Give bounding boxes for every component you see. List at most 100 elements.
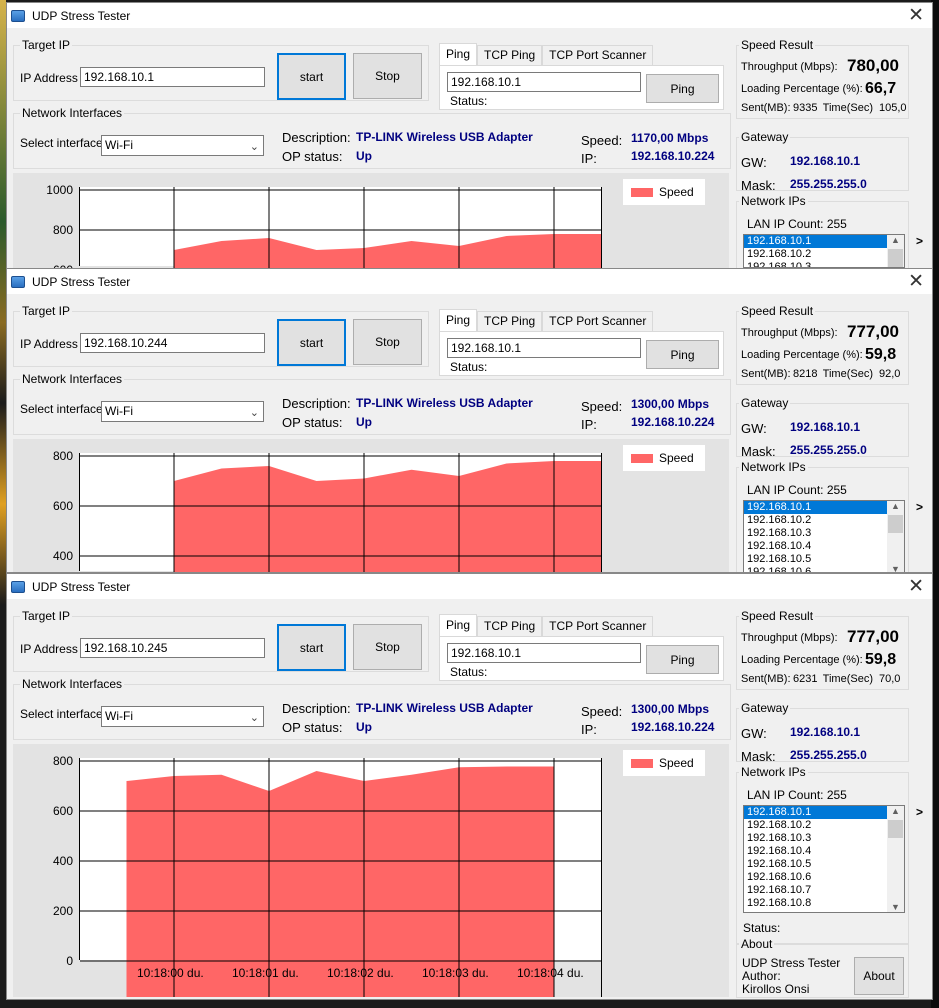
ip-list-item[interactable]: 192.168.10.4 (744, 845, 904, 858)
chart-legend: Speed (623, 179, 705, 205)
ip-list-item[interactable]: 192.168.10.8 (744, 897, 904, 910)
network-ips-group: Network IPs LAN IP Count: 255 192.168.10.1… (736, 194, 923, 269)
ip-list-item[interactable]: 192.168.10.2 (744, 514, 904, 527)
tab-tcp-port-scanner[interactable]: TCP Port Scanner (542, 616, 654, 636)
scroll-thumb[interactable] (888, 249, 903, 267)
close-icon[interactable]: ✕ (908, 576, 924, 596)
speed-result-title: Speed Result (739, 609, 816, 623)
scroll-up-icon[interactable]: ▲ (887, 501, 904, 511)
ip-list-item[interactable]: 192.168.10.7 (744, 884, 904, 897)
start-button[interactable]: start (277, 53, 346, 100)
ip-label: IP: (581, 417, 597, 432)
target-ip-title: Target IP (20, 304, 73, 318)
throughput-value: 777,00 (847, 322, 899, 341)
time-value: 105,0 (879, 102, 907, 114)
scroll-down-icon[interactable]: ▼ (887, 564, 904, 572)
ping-button[interactable]: Ping (646, 645, 719, 674)
tab-tcp-ping[interactable]: TCP Ping (477, 311, 543, 331)
network-ips-group: Network IPs LAN IP Count: 255 192.168.10.1… (736, 460, 923, 572)
expand-arrow-icon[interactable]: > (916, 234, 923, 248)
y-tick-label: 800 (52, 223, 73, 237)
interface-select[interactable]: Wi-Fi ⌄ (101, 706, 264, 727)
scroll-thumb[interactable] (888, 515, 903, 533)
expand-arrow-icon[interactable]: > (916, 500, 923, 514)
y-tick-label: 400 (52, 854, 73, 868)
scroll-thumb[interactable] (888, 820, 903, 838)
scroll-up-icon[interactable]: ▲ (887, 806, 904, 816)
ping-target-input[interactable]: 192.168.10.1 (447, 72, 641, 92)
tab-tcp-port-scanner[interactable]: TCP Port Scanner (542, 45, 654, 65)
ping-button[interactable]: Ping (646, 74, 719, 103)
chart-plot-area (79, 453, 602, 572)
select-interface-label: Select interface (20, 707, 103, 721)
ip-list-item[interactable]: 192.168.10.5 (744, 858, 904, 871)
gw-label: GW: (741, 726, 767, 741)
start-button[interactable]: start (277, 624, 346, 671)
ip-listbox[interactable]: 192.168.10.1 192.168.10.2 192.168.10.3 192.… (743, 500, 905, 572)
ip-listbox[interactable]: 192.168.10.1 192.168.10.2 192.168.10.3 ▲ (743, 234, 905, 268)
y-tick-label: 1000 (46, 183, 73, 197)
tab-tcp-ping[interactable]: TCP Ping (477, 616, 543, 636)
stop-button[interactable]: Stop (353, 624, 422, 670)
title-bar[interactable]: UDP Stress Tester ✕ (7, 574, 932, 599)
ip-list-scrollbar[interactable]: ▲ (887, 235, 904, 267)
stop-button[interactable]: Stop (353, 319, 422, 365)
interface-select[interactable]: Wi-Fi ⌄ (101, 401, 264, 422)
speed-result-title: Speed Result (739, 38, 816, 52)
lan-ip-count: LAN IP Count: 255 (747, 483, 847, 497)
tab-tcp-port-scanner[interactable]: TCP Port Scanner (542, 311, 654, 331)
close-icon[interactable]: ✕ (908, 271, 924, 291)
ip-list-item[interactable]: 192.168.10.1 (744, 235, 904, 248)
gateway-group: Gateway GW: 192.168.10.1 Mask: 255.255.255.0 (736, 396, 909, 459)
app-window: UDP Stress Tester ✕ Target IP IP Address 192… (6, 2, 933, 270)
ip-list-item[interactable]: 192.168.10.4 (744, 540, 904, 553)
op-status-value: Up (356, 720, 372, 734)
expand-arrow-icon[interactable]: > (916, 805, 923, 819)
ip-list-item[interactable]: 192.168.10.1 (744, 806, 904, 819)
network-status-label: Status: (743, 921, 781, 935)
interface-select[interactable]: Wi-Fi ⌄ (101, 135, 264, 156)
ip-address-input[interactable]: 192.168.10.245 (80, 638, 265, 658)
title-bar[interactable]: UDP Stress Tester ✕ (7, 3, 932, 28)
ip-list-item[interactable]: 192.168.10.1 (744, 501, 904, 514)
ip-list-scrollbar[interactable]: ▲ ▼ (887, 806, 904, 912)
ping-button[interactable]: Ping (646, 340, 719, 369)
network-ips-title: Network IPs (739, 194, 808, 208)
ip-list-item[interactable]: 192.168.10.3 (744, 261, 904, 267)
tab-ping[interactable]: Ping (439, 43, 478, 65)
ip-list-item[interactable]: 192.168.10.2 (744, 248, 904, 261)
start-button[interactable]: start (277, 319, 346, 366)
chevron-down-icon: ⌄ (249, 712, 259, 724)
x-tick-label: 10:18:03 du. (422, 966, 489, 980)
scroll-up-icon[interactable]: ▲ (887, 235, 904, 245)
ping-target-input[interactable]: 192.168.10.1 (447, 643, 641, 663)
speed-result-group: Speed Result Throughput (Mbps): 780,00 Load… (736, 38, 909, 119)
ip-list-item[interactable]: 192.168.10.6 (744, 566, 904, 572)
title-bar[interactable]: UDP Stress Tester ✕ (7, 269, 932, 294)
ip-list-item[interactable]: 192.168.10.6 (744, 871, 904, 884)
ip-list-scrollbar[interactable]: ▲ ▼ (887, 501, 904, 572)
ip-list-item[interactable]: 192.168.10.3 (744, 832, 904, 845)
tab-ping[interactable]: Ping (439, 309, 478, 331)
about-button[interactable]: About (854, 957, 904, 995)
ping-target-input[interactable]: 192.168.10.1 (447, 338, 641, 358)
ip-address-input[interactable]: 192.168.10.244 (80, 333, 265, 353)
close-icon[interactable]: ✕ (908, 5, 924, 25)
ip-value: 192.168.10.224 (631, 415, 715, 429)
ip-label: IP: (581, 151, 597, 166)
ip-list-item[interactable]: 192.168.10.2 (744, 819, 904, 832)
gw-label: GW: (741, 421, 767, 436)
loading-value: 59,8 (865, 346, 897, 363)
network-interfaces-group: Network Interfaces Select interface Wi-Fi ⌄… (13, 106, 731, 169)
tab-tcp-ping[interactable]: TCP Ping (477, 45, 543, 65)
speed-result-group: Speed Result Throughput (Mbps): 777,00 Load… (736, 609, 909, 690)
ip-address-input[interactable]: 192.168.10.1 (80, 67, 265, 87)
select-interface-label: Select interface (20, 136, 103, 150)
tab-ping[interactable]: Ping (439, 614, 478, 636)
stop-button[interactable]: Stop (353, 53, 422, 99)
speed-series-area (174, 234, 602, 269)
ip-list-item[interactable]: 192.168.10.5 (744, 553, 904, 566)
ip-list-item[interactable]: 192.168.10.3 (744, 527, 904, 540)
ip-listbox[interactable]: 192.168.10.1 192.168.10.2 192.168.10.3 192.… (743, 805, 905, 913)
scroll-down-icon[interactable]: ▼ (887, 902, 904, 912)
